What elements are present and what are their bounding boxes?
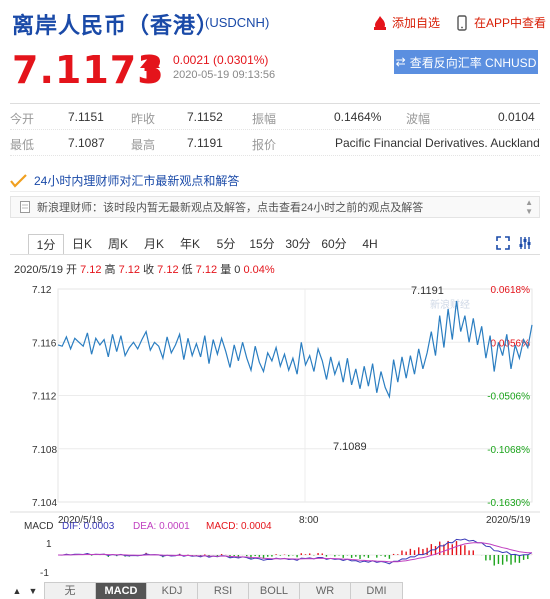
tab-weekly[interactable]: 周K — [100, 234, 136, 254]
high-label: 最高 — [131, 138, 156, 152]
tab-1min[interactable]: 1分 — [28, 234, 64, 254]
annotation-high: 7.1191 — [411, 285, 444, 297]
watermark-text: 新浪财经 — [430, 298, 470, 311]
macd-panel — [57, 538, 533, 566]
stats-table: 今开 7.1151 昨收 7.1152 振幅 0.1464% 波幅 0.0104… — [10, 103, 540, 156]
indicator-none[interactable]: 无 — [45, 583, 96, 599]
scroll-down-icon[interactable]: ▼ — [525, 207, 533, 216]
macd-tick-bottom: -1 — [40, 568, 49, 579]
amplitude-label: 振幅 — [252, 112, 277, 126]
tab-yearly[interactable]: 年K — [172, 234, 208, 254]
y-axis-right: 0.0618%0.0056%-0.0506%-0.1068%-0.1630% — [487, 285, 530, 509]
up-arrow-icon — [140, 56, 160, 82]
open-app-button[interactable]: 在APP中查看 — [454, 14, 546, 31]
x-label-mid: 8:00 — [299, 515, 319, 526]
amplitude-value: 0.1464% — [334, 110, 382, 124]
indicator-kdj[interactable]: KDJ — [147, 583, 198, 599]
pan-up-icon[interactable]: ▲ — [10, 584, 24, 598]
page-title: 离岸人民币（香港） — [12, 13, 220, 38]
stats-row: 今开 7.1151 昨收 7.1152 振幅 0.1464% 波幅 0.0104 — [10, 104, 540, 130]
macd-dea: DEA: 0.0001 — [133, 521, 190, 532]
low-label: 最低 — [10, 138, 35, 152]
stats-row: 最低 7.1087 最高 7.1191 报价 Pacific Financial… — [10, 130, 540, 156]
tab-5min[interactable]: 5分 — [208, 234, 244, 254]
open-value: 7.1151 — [68, 110, 104, 124]
reverse-rate-label: 查看反向汇率 CNHUSD — [409, 55, 537, 70]
prev-close-value: 7.1152 — [187, 110, 223, 124]
header: 离岸人民币（香港） (USDCNH) 添加自选 在APP中查看 — [0, 0, 550, 44]
reverse-rate-button[interactable]: ⇄ 查看反向汇率 CNHUSD — [394, 50, 538, 74]
tab-30min[interactable]: 30分 — [280, 234, 316, 254]
high-value: 7.1191 — [187, 136, 223, 150]
tabs-divider — [10, 254, 540, 255]
y-tick-left: 7.116 — [32, 338, 57, 349]
advisor-news-box[interactable]: 新浪理财师：该时段内暂无最新观点及解答，点击查看24小时之前的观点及解答 ▲ ▼ — [10, 196, 540, 218]
tab-4h[interactable]: 4H — [352, 234, 388, 254]
open-app-label: 在APP中查看 — [474, 16, 547, 30]
scroll-up-icon[interactable]: ▲ — [525, 198, 533, 207]
tab-daily[interactable]: 日K — [64, 234, 100, 254]
annotation-low: 7.1089 — [333, 441, 367, 453]
indicator-dmi[interactable]: DMI — [351, 583, 402, 599]
x-label-end: 2020/5/19 — [486, 515, 531, 526]
price-line — [57, 300, 533, 400]
news-scroller[interactable]: ▲ ▼ — [525, 198, 533, 216]
range-value: 0.0104 — [498, 110, 535, 124]
tab-15min[interactable]: 15分 — [244, 234, 280, 254]
y-tick-left: 7.112 — [32, 392, 57, 403]
source-label: 报价 — [252, 138, 277, 152]
y-tick-left: 7.12 — [32, 285, 52, 296]
y-tick-right: -0.1630% — [487, 498, 530, 509]
settings-icon[interactable] — [518, 236, 532, 250]
indicator-boll[interactable]: BOLL — [249, 583, 300, 599]
macd-dif: DIF: 0.0003 — [62, 521, 115, 532]
tab-monthly[interactable]: 月K — [136, 234, 172, 254]
y-tick-left: 7.108 — [32, 445, 57, 456]
low-value: 7.1087 — [68, 136, 105, 150]
y-axis-left: 7.12 7.116 7.112 7.108 7.104 — [32, 285, 57, 509]
advisor-news-text: 新浪理财师：该时段内暂无最新观点及解答，点击查看24小时之前的观点及解答 — [37, 202, 424, 214]
chart-grid — [10, 288, 540, 513]
phone-icon — [457, 14, 467, 31]
open-label: 今开 — [10, 112, 35, 126]
advisor-news-heading[interactable]: 24小时内理财师对汇市最新观点和解答 — [10, 170, 540, 192]
trend-check-icon — [10, 173, 27, 188]
price-series — [57, 300, 533, 400]
pan-down-icon[interactable]: ▼ — [26, 584, 40, 598]
y-tick-right: 0.0618% — [491, 285, 531, 296]
prev-close-label: 昨收 — [131, 112, 156, 126]
document-icon — [20, 201, 30, 213]
tab-60min[interactable]: 60分 — [316, 234, 352, 254]
indicator-tabs: 无 MACD KDJ RSI BOLL WR DMI — [44, 582, 403, 599]
price-change: 0.0021 (0.0301%) — [173, 53, 269, 67]
add-watch-label: 添加自选 — [392, 16, 441, 30]
symbol-code: (USDCNH) — [205, 15, 270, 30]
advisor-news-title: 24小时内理财师对汇市最新观点和解答 — [34, 174, 240, 188]
y-tick-right: -0.1068% — [487, 445, 530, 456]
period-tabs: 1分 日K 周K 月K 年K 5分 15分 30分 60分 4H — [28, 234, 388, 254]
quote-time: 2020-05-19 09:13:56 — [173, 69, 276, 81]
price-chart[interactable]: 新浪财经 7.127.1167.1127.1087.104 0.0618%0.0… — [0, 275, 550, 580]
swap-icon: ⇄ — [395, 55, 406, 69]
macd-tick-top: 1 — [46, 539, 52, 550]
range-label: 波幅 — [406, 112, 431, 126]
watch-icon — [374, 15, 386, 30]
macd-value: MACD: 0.0004 — [206, 521, 272, 532]
indicator-wr[interactable]: WR — [300, 583, 351, 599]
macd-title: MACD — [24, 521, 53, 532]
indicator-rsi[interactable]: RSI — [198, 583, 249, 599]
y-tick-left: 7.104 — [32, 498, 57, 509]
y-tick-right: -0.0506% — [487, 392, 530, 403]
fullscreen-icon[interactable] — [496, 236, 510, 250]
indicator-macd[interactable]: MACD — [96, 583, 147, 599]
source-value: Pacific Financial Derivatives. Auckland — [335, 136, 540, 150]
add-watch-button[interactable]: 添加自选 — [372, 14, 440, 31]
